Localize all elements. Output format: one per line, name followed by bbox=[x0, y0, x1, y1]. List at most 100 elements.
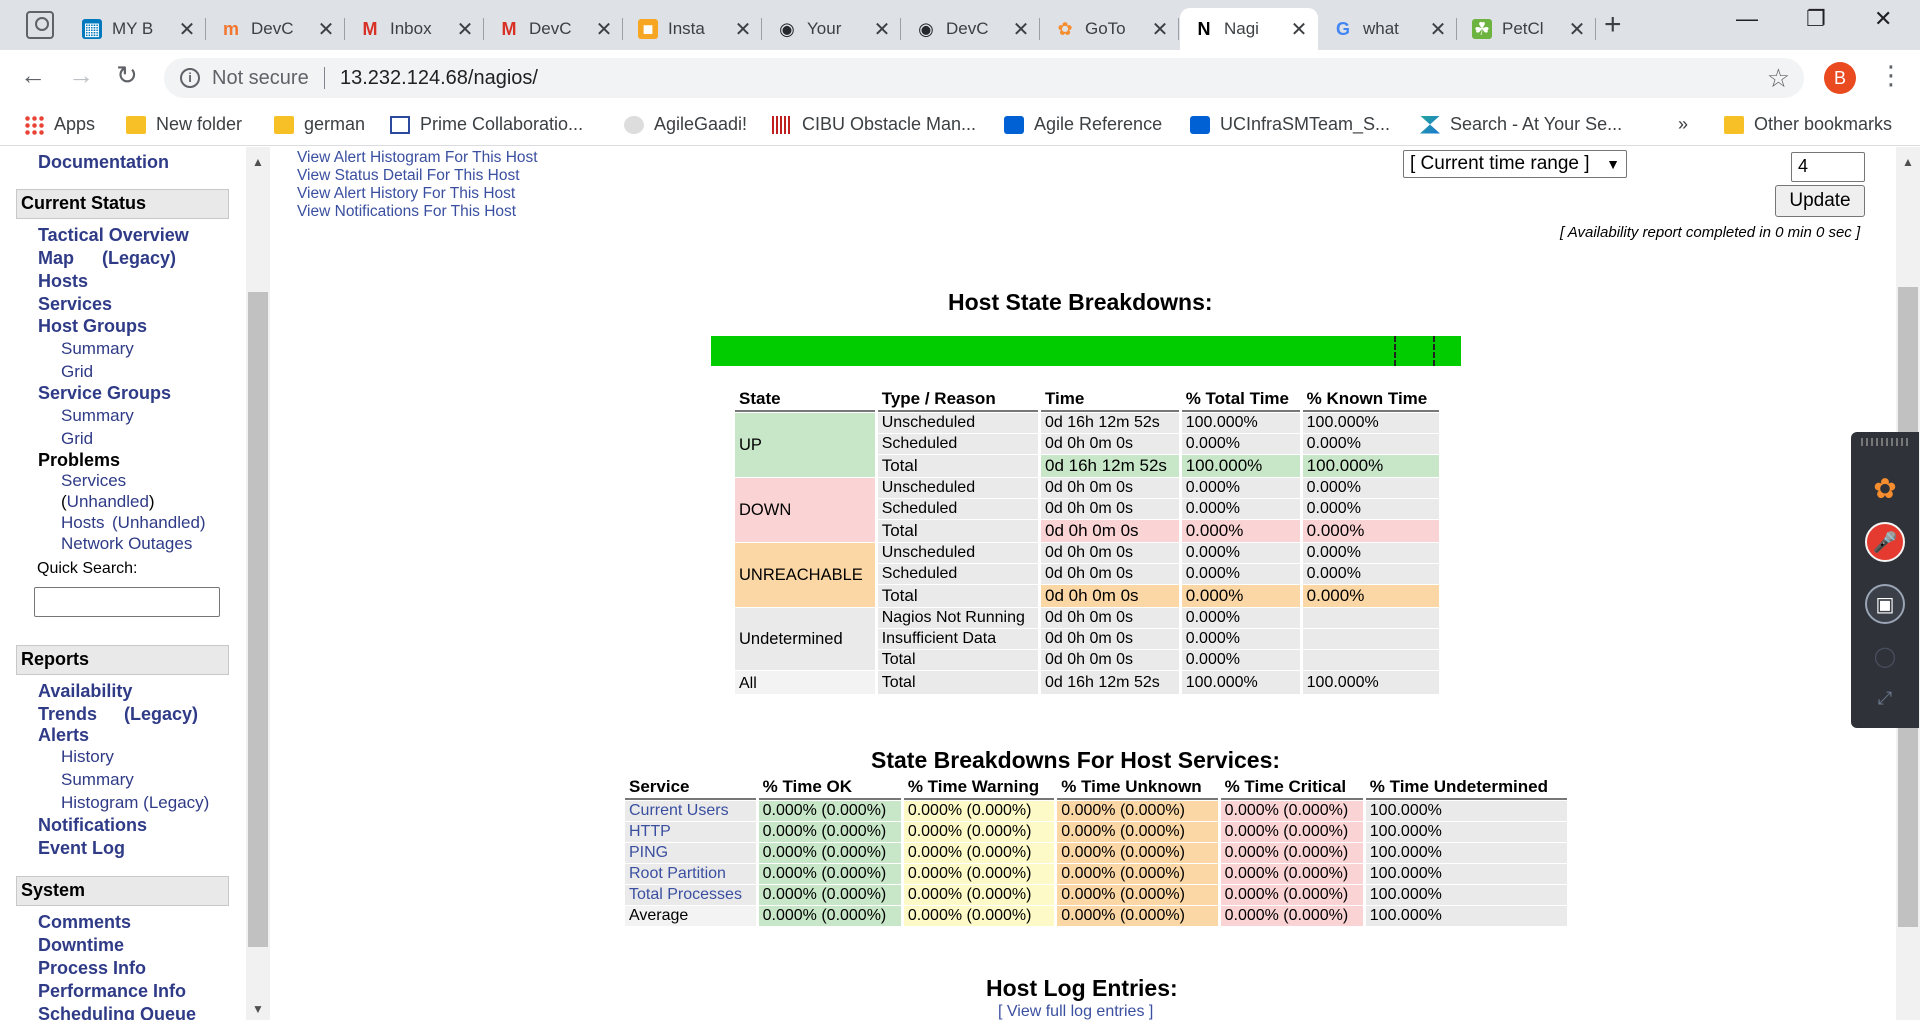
screen-share-icon[interactable]: ▣ bbox=[1865, 584, 1905, 624]
new-tab-icon[interactable]: + bbox=[1604, 8, 1622, 42]
update-button[interactable]: Update bbox=[1775, 185, 1865, 217]
service-name-link[interactable]: Current Users bbox=[625, 801, 756, 821]
bookmark-star-icon[interactable]: ☆ bbox=[1767, 63, 1790, 94]
nav-alerts-history[interactable]: History bbox=[61, 747, 114, 767]
tab-close-icon[interactable]: ✕ bbox=[178, 17, 196, 42]
tab-close-icon[interactable]: ✕ bbox=[1151, 17, 1169, 42]
nav-tactical-overview[interactable]: Tactical Overview bbox=[38, 225, 189, 246]
nav-problems-hosts-unhandled[interactable]: (Unhandled) bbox=[112, 513, 206, 533]
nav-performance-info[interactable]: Performance Info bbox=[38, 981, 186, 1002]
nav-host-groups[interactable]: Host Groups bbox=[38, 316, 147, 337]
nav-alerts-histogram[interactable]: Histogram (Legacy) bbox=[61, 793, 209, 813]
drag-handle[interactable] bbox=[1861, 438, 1909, 446]
nav-trends-legacy[interactable]: (Legacy) bbox=[124, 704, 198, 725]
nav-problems-services-unhandled[interactable]: (Unhandled) bbox=[61, 492, 155, 512]
nav-comments[interactable]: Comments bbox=[38, 912, 131, 933]
quick-search-input[interactable] bbox=[34, 587, 220, 617]
tab-6[interactable]: ◉ DevC ✕ bbox=[902, 8, 1040, 50]
tab-4[interactable]: ■ Insta ✕ bbox=[624, 8, 762, 50]
menu-kebab-icon[interactable]: ⋮ bbox=[1878, 60, 1904, 91]
back-icon[interactable]: ← bbox=[20, 60, 46, 91]
nav-trends[interactable]: Trends bbox=[38, 704, 97, 725]
tab-close-icon[interactable]: ✕ bbox=[317, 17, 335, 42]
minimize-icon[interactable]: — bbox=[1736, 6, 1758, 32]
gotomeeting-icon[interactable]: ✿ bbox=[1865, 468, 1905, 508]
service-name-link[interactable]: Root Partition bbox=[625, 864, 756, 884]
nav-hosts[interactable]: Hosts bbox=[38, 271, 88, 292]
nav-alerts-summary[interactable]: Summary bbox=[61, 770, 134, 790]
tab-close-icon[interactable]: ✕ bbox=[1012, 17, 1030, 42]
service-name-link[interactable]: HTTP bbox=[625, 822, 756, 842]
view-full-log-link[interactable]: [ View full log entries ] bbox=[998, 1003, 1153, 1020]
tab-8[interactable]: N Nagi ✕ bbox=[1180, 8, 1318, 50]
other-bookmarks[interactable]: Other bookmarks bbox=[1724, 114, 1892, 135]
link-alert-history[interactable]: View Alert History For This Host bbox=[297, 185, 515, 203]
bookmarks-overflow-icon[interactable]: » bbox=[1678, 114, 1688, 135]
tab-close-icon[interactable]: ✕ bbox=[1429, 17, 1447, 42]
security-label[interactable]: Not secure bbox=[212, 67, 309, 90]
nav-map[interactable]: Map bbox=[38, 248, 74, 269]
profile-avatar[interactable]: B bbox=[1824, 62, 1856, 94]
tab-close-icon[interactable]: ✕ bbox=[734, 17, 752, 42]
nav-downtime[interactable]: Downtime bbox=[38, 935, 124, 956]
tab-close-icon[interactable]: ✕ bbox=[873, 17, 891, 42]
tab-1[interactable]: m DevC ✕ bbox=[207, 8, 345, 50]
nav-process-info[interactable]: Process Info bbox=[38, 958, 146, 979]
nav-network-outages[interactable]: Network Outages bbox=[61, 534, 192, 554]
scroll-up-icon[interactable]: ▲ bbox=[1902, 155, 1914, 169]
tab-5[interactable]: ◉ Your ✕ bbox=[763, 8, 901, 50]
nav-service-groups[interactable]: Service Groups bbox=[38, 383, 171, 404]
restore-icon[interactable]: ❐ bbox=[1806, 6, 1826, 32]
side-nav-scroll-thumb[interactable] bbox=[248, 292, 268, 947]
bookmark-6[interactable]: Agile Reference bbox=[1004, 114, 1162, 135]
nav-map-legacy[interactable]: (Legacy) bbox=[102, 248, 176, 269]
nav-services[interactable]: Services bbox=[38, 294, 112, 315]
tab-2[interactable]: M Inbox ✕ bbox=[346, 8, 484, 50]
assume-state-input[interactable]: 4 bbox=[1791, 152, 1865, 182]
link-alert-histogram[interactable]: View Alert Histogram For This Host bbox=[297, 149, 538, 167]
mic-muted-icon[interactable]: 🎤 bbox=[1865, 522, 1905, 562]
tab-7[interactable]: ✿ GoTo ✕ bbox=[1041, 8, 1179, 50]
nav-problems-hosts[interactable]: Hosts bbox=[61, 513, 104, 533]
nav-hostgroups-summary[interactable]: Summary bbox=[61, 339, 134, 359]
close-window-icon[interactable]: ✕ bbox=[1874, 6, 1892, 32]
forward-icon[interactable]: → bbox=[68, 60, 94, 91]
time-range-select[interactable]: [ Current time range ] ▼ bbox=[1403, 150, 1627, 178]
nav-problems-services[interactable]: Services bbox=[61, 471, 126, 491]
nav-alerts[interactable]: Alerts bbox=[38, 725, 89, 746]
tab-9[interactable]: Gwhat ✕ bbox=[1319, 8, 1457, 50]
tab-close-icon[interactable]: ✕ bbox=[1290, 17, 1308, 42]
bookmark-3[interactable]: Prime Collaboratio... bbox=[390, 114, 583, 135]
nav-hostgroups-grid[interactable]: Grid bbox=[61, 362, 93, 382]
nav-notifications[interactable]: Notifications bbox=[38, 815, 147, 836]
info-icon[interactable]: i bbox=[180, 68, 200, 88]
tab-3[interactable]: M DevC ✕ bbox=[485, 8, 623, 50]
collapse-icon[interactable]: ⤢ bbox=[1865, 678, 1905, 718]
bookmark-1[interactable]: New folder bbox=[126, 114, 242, 135]
nav-servicegroups-summary[interactable]: Summary bbox=[61, 406, 134, 426]
chat-icon[interactable]: ◯ bbox=[1865, 636, 1905, 676]
nav-scheduling-queue[interactable]: Scheduling Queue bbox=[38, 1004, 196, 1020]
tab-close-icon[interactable]: ✕ bbox=[595, 17, 613, 42]
bookmark-7[interactable]: UCInfraSMTeam_S... bbox=[1190, 114, 1390, 135]
bookmark-5[interactable]: CIBU Obstacle Man... bbox=[772, 114, 976, 135]
url-text[interactable]: 13.232.124.68/nagios/ bbox=[340, 67, 538, 90]
side-nav-scrollbar[interactable]: ▲ ▼ bbox=[246, 147, 270, 1020]
bookmark-4[interactable]: AgileGaadi! bbox=[624, 114, 747, 135]
tab-close-icon[interactable]: ✕ bbox=[1568, 17, 1586, 42]
link-notifications[interactable]: View Notifications For This Host bbox=[297, 203, 516, 221]
nav-servicegroups-grid[interactable]: Grid bbox=[61, 429, 93, 449]
service-name-link[interactable]: PING bbox=[625, 843, 756, 863]
tab-0[interactable]: ▦ MY B ✕ bbox=[68, 8, 206, 50]
service-name-link[interactable]: Total Processes bbox=[625, 885, 756, 905]
bookmark-8[interactable]: Search - At Your Se... bbox=[1420, 114, 1622, 135]
tab-10[interactable]: ☘ PetCl ✕ bbox=[1458, 8, 1596, 50]
link-status-detail[interactable]: View Status Detail For This Host bbox=[297, 167, 520, 185]
reload-icon[interactable]: ↻ bbox=[116, 60, 138, 91]
window-icon[interactable] bbox=[26, 11, 54, 39]
scroll-up-icon[interactable]: ▲ bbox=[252, 155, 264, 169]
nav-availability[interactable]: Availability bbox=[38, 681, 132, 702]
nav-event-log[interactable]: Event Log bbox=[38, 838, 125, 859]
bookmark-0[interactable]: Apps bbox=[24, 114, 95, 135]
nav-documentation[interactable]: Documentation bbox=[38, 152, 169, 173]
